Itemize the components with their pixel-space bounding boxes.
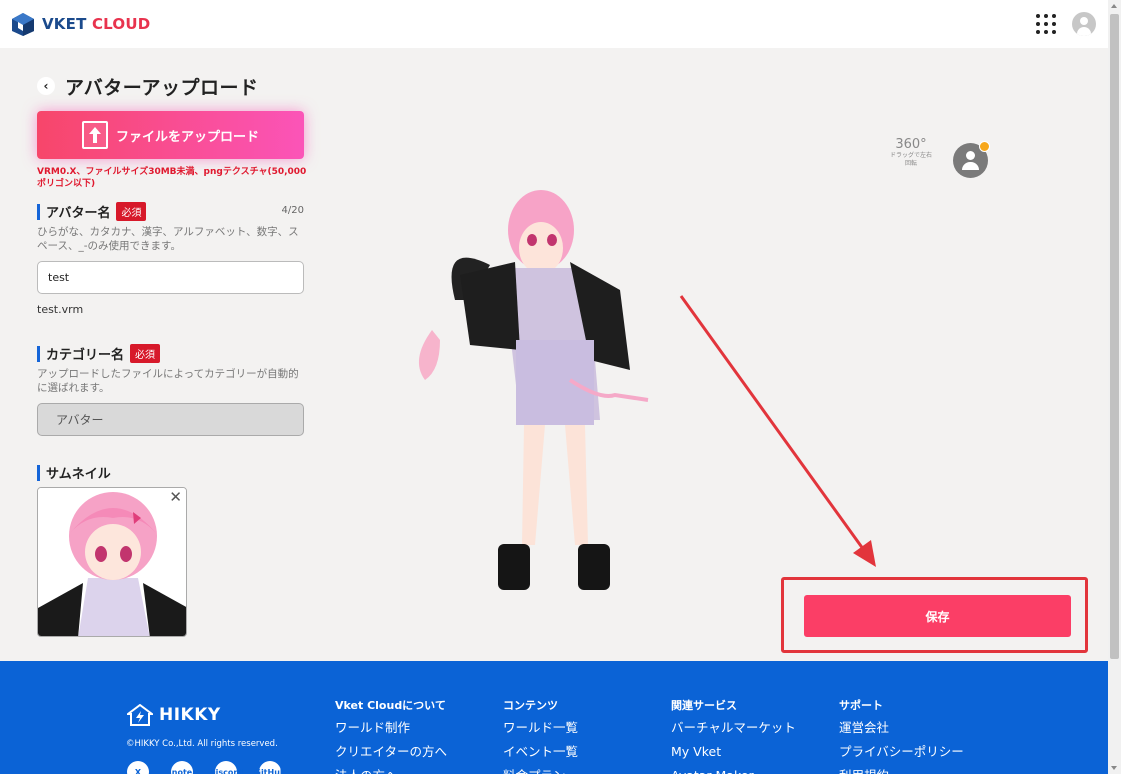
footer-col-support: サポート 運営会社 プライバシーポリシー 利用規約: [839, 698, 964, 774]
discord-icon[interactable]: Discord: [209, 761, 243, 774]
hikky-house-icon: [127, 704, 153, 726]
footer-link[interactable]: 料金プラン: [503, 764, 578, 774]
footer-link[interactable]: 法人の方へ: [335, 764, 447, 774]
social-links: X note Discord GitHub: [127, 761, 286, 774]
footer-link[interactable]: クリエイターの方へ: [335, 740, 447, 764]
hikky-logo[interactable]: HIKKY: [127, 704, 221, 726]
footer-link[interactable]: 利用規約: [839, 764, 964, 774]
avatar-3d-model: [418, 190, 649, 590]
footer-col-about: Vket Cloudについて ワールド制作 クリエイターの方へ 法人の方へ: [335, 698, 447, 774]
footer-link[interactable]: My Vket: [671, 740, 796, 764]
footer-link[interactable]: バーチャルマーケット: [671, 716, 796, 740]
viewer-canvas[interactable]: [0, 0, 1108, 661]
footer-link[interactable]: イベント一覧: [503, 740, 578, 764]
x-icon[interactable]: X: [127, 761, 149, 774]
footer-link[interactable]: Avatar Maker: [671, 764, 796, 774]
footer-col-contents: コンテンツ ワールド一覧 イベント一覧 料金プラン: [503, 698, 578, 774]
note-icon[interactable]: note: [171, 761, 193, 774]
footer-link[interactable]: ワールド制作: [335, 716, 447, 740]
save-button[interactable]: 保存: [804, 595, 1071, 637]
copyright-text: ©HIKKY Co.,Ltd. All rights reserved.: [126, 739, 278, 749]
footer-link[interactable]: ワールド一覧: [503, 716, 578, 740]
site-footer: HIKKY ©HIKKY Co.,Ltd. All rights reserve…: [0, 661, 1108, 774]
page-scrollbar[interactable]: [1108, 0, 1121, 774]
footer-link[interactable]: プライバシーポリシー: [839, 740, 964, 764]
scroll-down-icon[interactable]: [1111, 766, 1117, 770]
scroll-up-icon[interactable]: [1111, 4, 1117, 8]
github-icon[interactable]: GitHub: [254, 761, 286, 774]
footer-link[interactable]: 運営会社: [839, 716, 964, 740]
footer-col-related: 関連サービス バーチャルマーケット My Vket Avatar Maker: [671, 698, 796, 774]
scroll-thumb[interactable]: [1110, 14, 1119, 659]
